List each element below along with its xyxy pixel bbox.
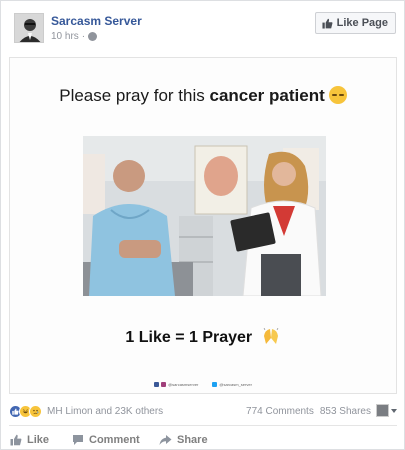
meme-headline-text: Please pray for this xyxy=(59,86,210,105)
post-header: Sarcasm Server 10 hrs · Like Page xyxy=(1,1,404,53)
meme-caption-text: 1 Like = 1 Prayer xyxy=(125,329,253,346)
like-button-label: Like xyxy=(27,434,50,446)
praying-hands-icon xyxy=(263,328,278,344)
thumbs-up-icon xyxy=(322,18,333,29)
like-button[interactable]: Like xyxy=(10,431,72,449)
reactors-text[interactable]: MH Limon and 23K others xyxy=(47,406,163,417)
meme-photo xyxy=(83,136,326,296)
facebook-post: Sarcasm Server 10 hrs · Like Page Please… xyxy=(0,0,405,450)
acting-as-selector[interactable] xyxy=(376,404,397,417)
post-meta: 10 hrs · xyxy=(51,31,98,42)
instagram-handle: @sarcasmserver xyxy=(154,382,198,387)
share-button[interactable]: Share xyxy=(159,431,229,449)
pensive-face-icon xyxy=(328,86,347,104)
sad-icon xyxy=(29,405,42,418)
twitter-handle: @sarcasm_server xyxy=(212,382,252,387)
comment-button-label: Comment xyxy=(89,434,140,446)
user-avatar xyxy=(376,404,389,417)
meme-headline-bold: cancer patient xyxy=(209,86,325,105)
facebook-icon xyxy=(154,382,160,387)
twitter-icon xyxy=(212,382,218,387)
post-stats: MH Limon and 23K others 774 Comments 853… xyxy=(9,403,397,421)
like-page-button[interactable]: Like Page xyxy=(314,12,396,34)
engagement-counts: 774 Comments 853 Shares xyxy=(246,406,371,417)
chevron-down-icon xyxy=(391,408,397,413)
shares-count-link[interactable]: 853 Shares xyxy=(320,406,371,417)
page-name-link[interactable]: Sarcasm Server xyxy=(51,14,142,28)
instagram-icon xyxy=(161,382,167,387)
comment-button[interactable]: Comment xyxy=(72,431,159,449)
post-image[interactable]: Please pray for this cancer patient 1 Li… xyxy=(9,57,397,394)
comment-icon xyxy=(73,435,83,445)
page-avatar[interactable] xyxy=(14,13,44,43)
thumbs-up-icon xyxy=(10,434,22,446)
post-actions: Like Comment Share xyxy=(9,431,397,449)
like-page-label: Like Page xyxy=(336,17,388,29)
post-timestamp[interactable]: 10 hrs xyxy=(51,31,79,42)
meme-caption: 1 Like = 1 Prayer xyxy=(10,328,396,347)
comments-count-link[interactable]: 774 Comments xyxy=(246,406,314,417)
share-arrow-icon xyxy=(159,435,172,445)
share-button-label: Share xyxy=(177,434,208,446)
globe-icon xyxy=(88,32,98,41)
reaction-summary[interactable]: MH Limon and 23K others xyxy=(9,405,163,418)
divider xyxy=(9,425,397,426)
meme-social-handles: @sarcasmserver @sarcasm_server xyxy=(10,382,396,387)
meme-headline: Please pray for this cancer patient xyxy=(10,86,396,106)
